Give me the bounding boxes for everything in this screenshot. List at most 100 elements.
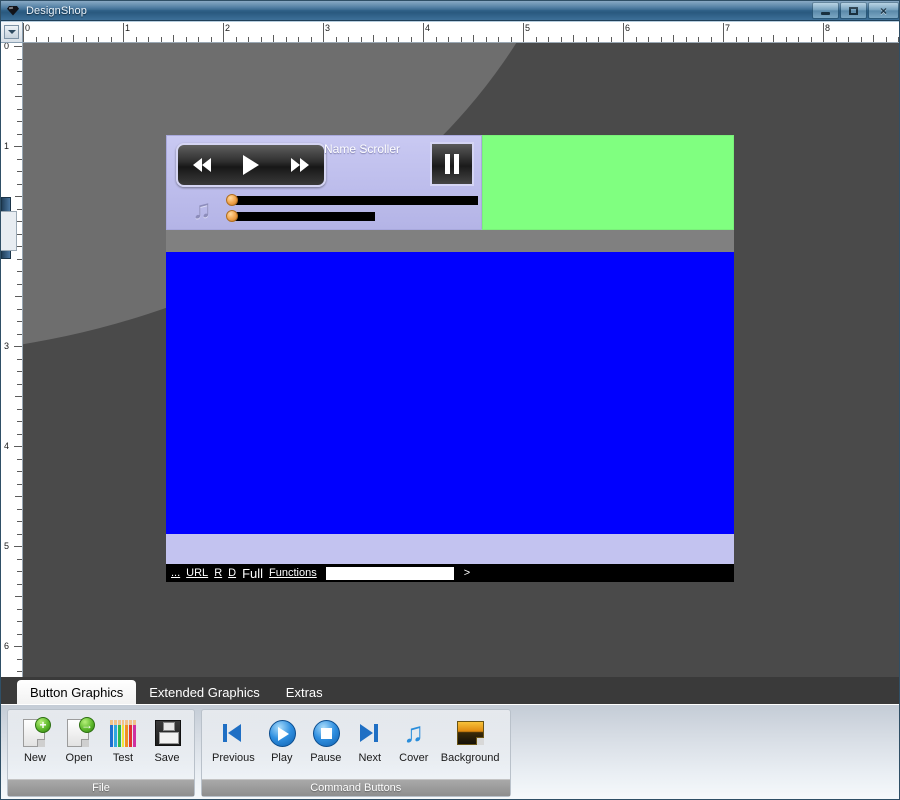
ruler-tick xyxy=(610,37,612,42)
status-url-input[interactable] xyxy=(325,566,454,580)
ruler-tick xyxy=(535,37,537,42)
ruler-tick xyxy=(385,37,387,42)
blue-display-panel[interactable] xyxy=(166,252,734,534)
ruler-tick xyxy=(798,37,799,42)
save-button[interactable]: Save xyxy=(146,716,188,764)
gray-separator-strip[interactable] xyxy=(166,230,734,252)
previous-button[interactable]: Previous xyxy=(208,716,259,764)
ruler-tick xyxy=(60,37,62,42)
transport-control-group[interactable] xyxy=(176,143,326,187)
ruler-tick xyxy=(410,37,412,42)
ruler-tick xyxy=(573,35,574,42)
vertical-ruler[interactable]: 0123456 xyxy=(1,43,23,677)
volume-slider[interactable] xyxy=(226,210,375,222)
status-text-full: Full xyxy=(242,565,264,581)
ruler-tick xyxy=(17,283,22,285)
ruler-tick xyxy=(360,37,362,42)
ruler-tick xyxy=(17,433,22,435)
new-button[interactable]: + New xyxy=(14,716,56,764)
status-bar[interactable]: ... URL R D Full Functions > xyxy=(166,564,734,582)
pause-button-label: Pause xyxy=(310,752,342,764)
ruler-label: 3 xyxy=(4,341,10,351)
ruler-tick xyxy=(17,121,22,122)
status-link-ellipsis[interactable]: ... xyxy=(171,567,180,579)
ribbon-group-file-label: File xyxy=(8,779,194,796)
ruler-tick xyxy=(860,37,862,42)
horizontal-ruler[interactable]: 0 1 2 3 4 5 6 7 8 xyxy=(23,22,899,43)
ruler-tick xyxy=(485,37,487,42)
next-button[interactable]: Next xyxy=(349,716,391,764)
ribbon-tabstrip: Button Graphics Extended Graphics Extras xyxy=(1,677,899,704)
ruler-corner[interactable] xyxy=(1,22,23,43)
background-button[interactable]: Background xyxy=(437,716,504,764)
chevron-down-icon xyxy=(7,30,16,34)
rewind-button[interactable] xyxy=(187,152,217,178)
status-prompt: > xyxy=(463,567,471,579)
ruler-tick xyxy=(17,208,22,210)
tab-button-graphics[interactable]: Button Graphics xyxy=(17,680,137,704)
pause-ribbon-button[interactable]: Pause xyxy=(305,716,347,764)
status-link-r[interactable]: R xyxy=(214,567,222,579)
green-artwork-panel[interactable] xyxy=(482,135,734,230)
fast-forward-button[interactable] xyxy=(285,152,315,178)
ruler-origin-dropdown[interactable] xyxy=(4,25,19,39)
open-document-icon: → xyxy=(62,716,96,750)
status-link-url[interactable]: URL xyxy=(186,567,208,579)
ruler-tick xyxy=(17,108,22,110)
ruler-tick xyxy=(17,521,22,522)
skip-previous-icon xyxy=(216,716,250,750)
ruler-tick xyxy=(210,37,212,42)
ruler-tick xyxy=(17,658,22,660)
lavender-strip[interactable] xyxy=(166,534,734,564)
cover-button[interactable]: ♫ Cover xyxy=(393,716,435,764)
player-control-panel[interactable]: Name Scroller ♫ xyxy=(166,135,482,230)
play-ribbon-button[interactable]: Play xyxy=(261,716,303,764)
ruler-tick xyxy=(298,37,299,42)
progress-slider-handle[interactable] xyxy=(226,194,238,206)
ruler-tick xyxy=(373,35,374,42)
left-dock-tab[interactable] xyxy=(1,211,17,251)
ruler-tick xyxy=(673,35,674,42)
tab-extended-graphics[interactable]: Extended Graphics xyxy=(136,681,273,704)
close-button[interactable]: × xyxy=(868,2,899,19)
color-pencils-icon xyxy=(106,716,140,750)
ruler-tick xyxy=(48,37,49,42)
ruler-tick xyxy=(17,58,22,60)
ruler-tick xyxy=(310,37,312,42)
skin-design[interactable]: Name Scroller ♫ ... URL R D Full Functio… xyxy=(166,135,734,582)
ruler-tick xyxy=(635,37,637,42)
ruler-label: 6 xyxy=(4,641,10,651)
ruler-tick xyxy=(17,571,22,572)
minimize-button[interactable] xyxy=(812,2,839,19)
volume-slider-handle[interactable] xyxy=(226,210,238,222)
pause-button[interactable] xyxy=(430,142,474,186)
ribbon: Button Graphics Extended Graphics Extras… xyxy=(1,677,899,799)
ribbon-group-file: + New → Open Test Save File xyxy=(7,709,195,797)
ruler-tick xyxy=(560,37,562,42)
ruler-tick xyxy=(723,23,724,42)
ruler-tick xyxy=(17,171,22,172)
maximize-button[interactable] xyxy=(840,2,867,19)
progress-slider[interactable] xyxy=(226,194,478,206)
ruler-tick xyxy=(498,37,499,42)
tab-label: Button Graphics xyxy=(30,684,124,700)
gem-icon xyxy=(5,3,21,19)
status-link-d[interactable]: D xyxy=(228,567,236,579)
skip-next-icon xyxy=(353,716,387,750)
test-button[interactable]: Test xyxy=(102,716,144,764)
play-button[interactable] xyxy=(236,152,266,178)
tab-extras[interactable]: Extras xyxy=(273,681,336,704)
ruler-tick xyxy=(17,133,22,135)
ruler-tick xyxy=(17,558,22,560)
ruler-tick xyxy=(698,37,699,42)
floppy-disk-icon xyxy=(150,716,184,750)
ruler-label: 1 xyxy=(125,23,131,33)
ruler-label: 4 xyxy=(425,23,431,33)
close-icon: × xyxy=(879,3,887,18)
title-bar: DesignShop × xyxy=(1,1,899,21)
status-link-functions[interactable]: Functions xyxy=(269,567,317,579)
design-canvas[interactable]: Name Scroller ♫ ... URL R D Full Functio… xyxy=(23,43,899,677)
save-button-label: Save xyxy=(154,752,180,764)
previous-button-label: Previous xyxy=(212,752,255,764)
open-button[interactable]: → Open xyxy=(58,716,100,764)
